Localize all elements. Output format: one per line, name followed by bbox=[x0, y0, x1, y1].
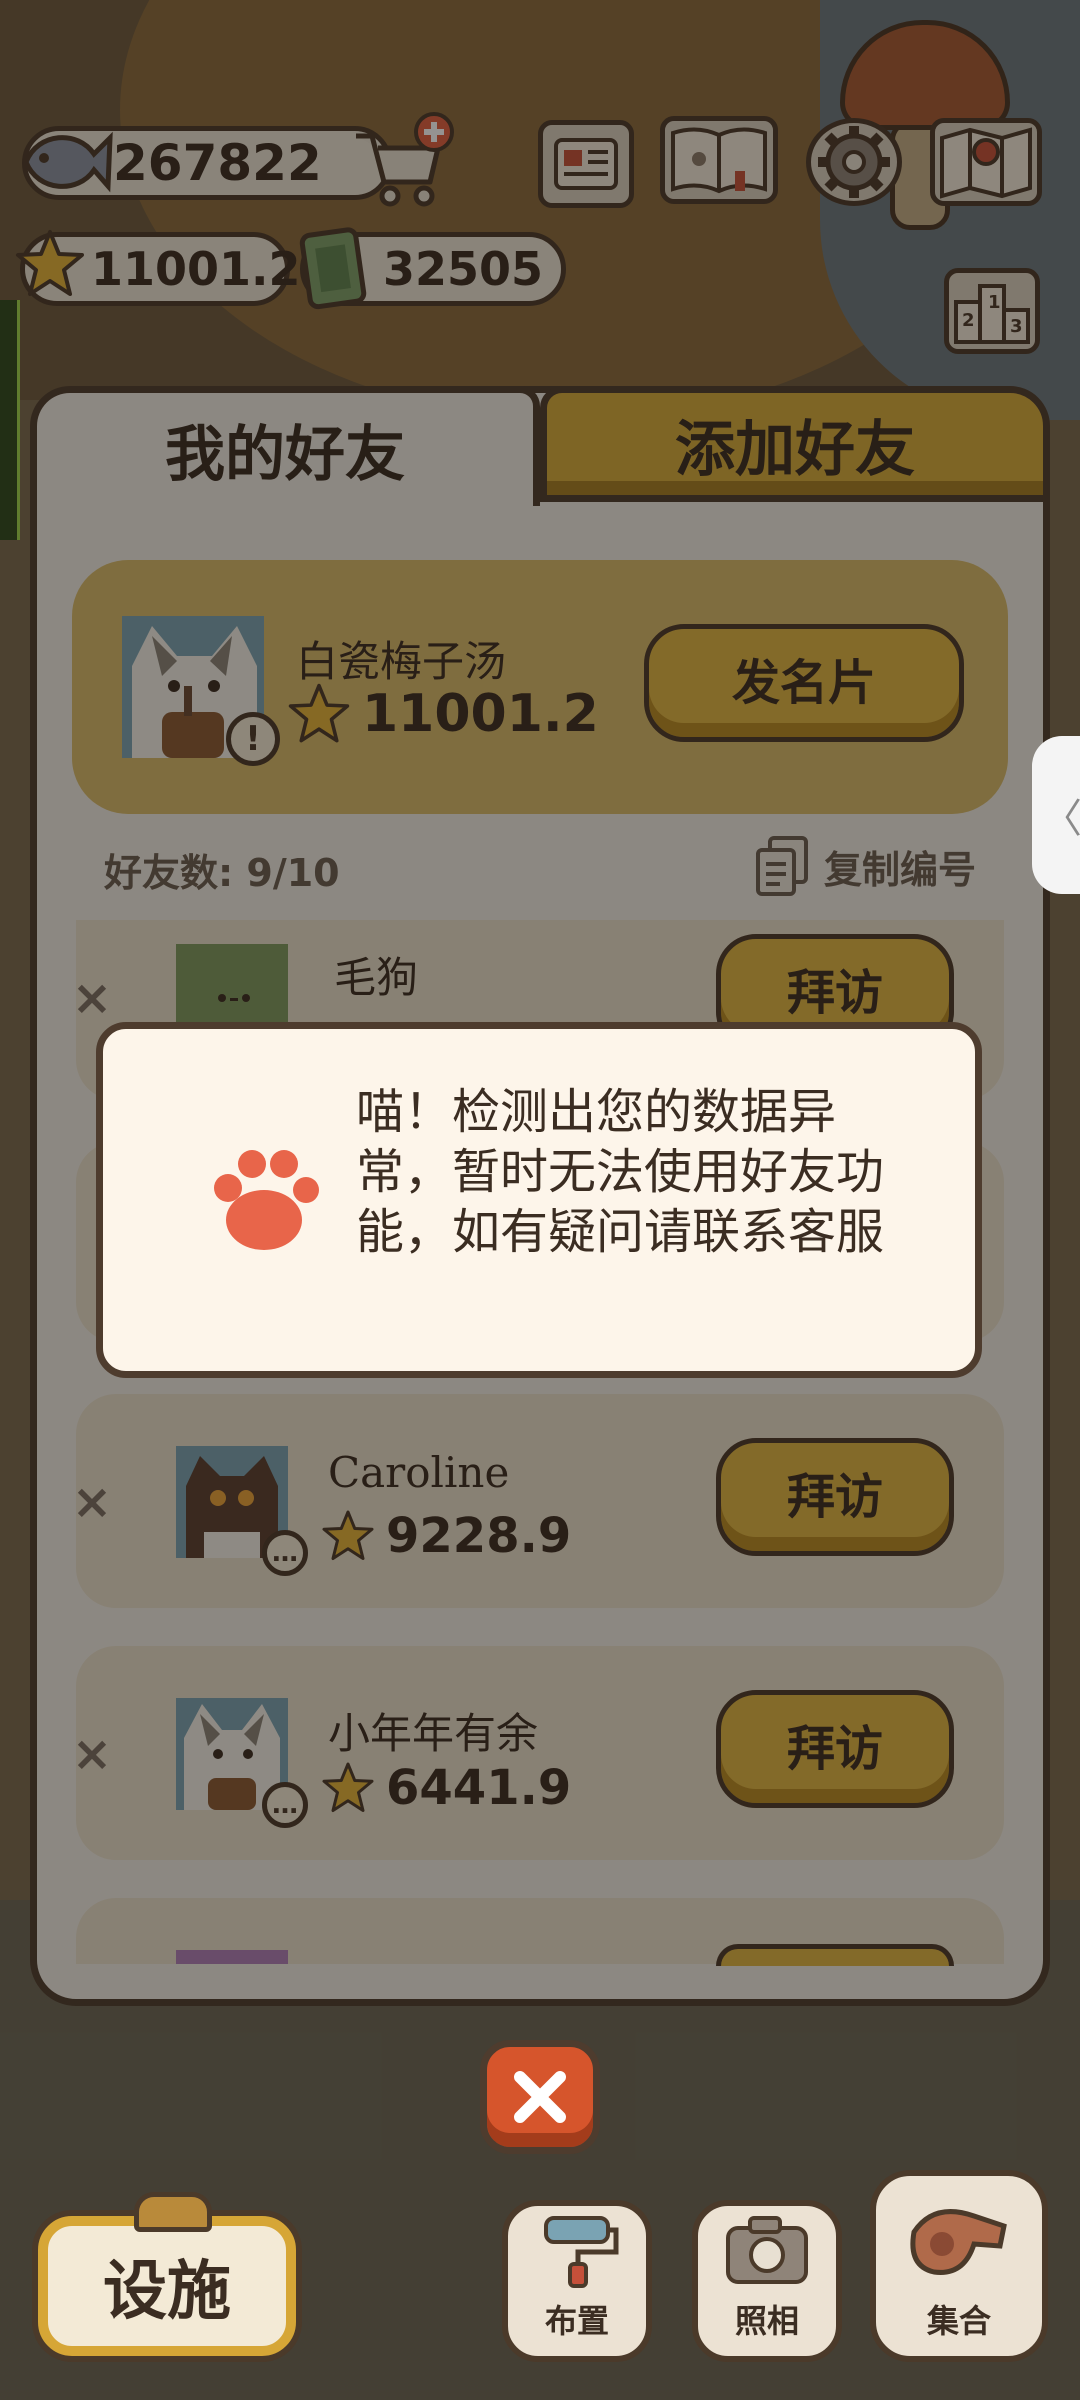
paint-roller-icon bbox=[544, 2216, 619, 2288]
layout-label: 布置 bbox=[544, 2302, 609, 2340]
toast-message: 喵！检测出您的数据异常，暂时无法使用好友功能，如有疑问请联系客服 bbox=[356, 1084, 885, 1260]
close-icon bbox=[514, 2071, 566, 2123]
facility-label: 设施 bbox=[103, 2255, 231, 2329]
facility-button[interactable]: 设施 bbox=[38, 2216, 296, 2356]
side-expand-tab[interactable]: 〈 bbox=[1032, 736, 1080, 894]
paw-icon bbox=[198, 1140, 324, 1260]
photo-label: 照相 bbox=[734, 2302, 799, 2340]
gather-button[interactable]: 集合 bbox=[870, 2170, 1048, 2362]
close-button[interactable] bbox=[480, 2040, 600, 2154]
camera-icon bbox=[726, 2216, 808, 2284]
chevron-left-icon: 〈 bbox=[1042, 796, 1080, 842]
photo-button[interactable]: 照相 bbox=[692, 2200, 842, 2362]
whistle-icon bbox=[910, 2209, 1007, 2275]
layout-button[interactable]: 布置 bbox=[502, 2200, 652, 2362]
clipboard-clip-icon bbox=[134, 2192, 212, 2232]
gather-label: 集合 bbox=[926, 2302, 991, 2340]
